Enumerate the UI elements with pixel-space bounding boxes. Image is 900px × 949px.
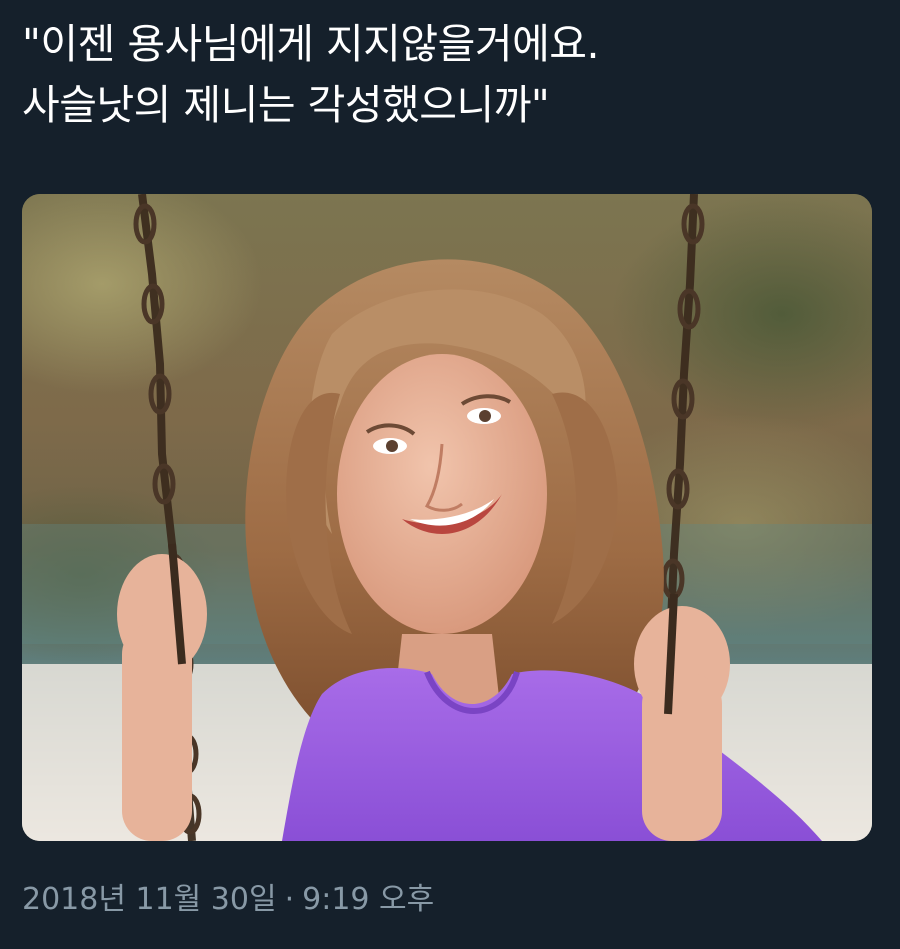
timestamp-separator: ·	[284, 882, 295, 917]
face	[337, 354, 547, 634]
tweet-text-line-1: "이젠 용사님에게 지지않을거에요.	[22, 20, 600, 68]
photo-woman-on-swing	[22, 194, 872, 841]
timestamp-time: 9:19 오후	[302, 882, 435, 917]
tweet-photo[interactable]	[22, 194, 872, 841]
timestamp-date: 2018년 11월 30일	[22, 882, 277, 917]
tweet-timestamp[interactable]: 2018년 11월 30일 · 9:19 오후	[22, 880, 434, 920]
tweet-text: "이젠 용사님에게 지지않을거에요. 사슬낫의 제니는 각성했으니까"	[22, 14, 882, 136]
tweet-text-line-2: 사슬낫의 제니는 각성했으니까"	[22, 81, 550, 129]
